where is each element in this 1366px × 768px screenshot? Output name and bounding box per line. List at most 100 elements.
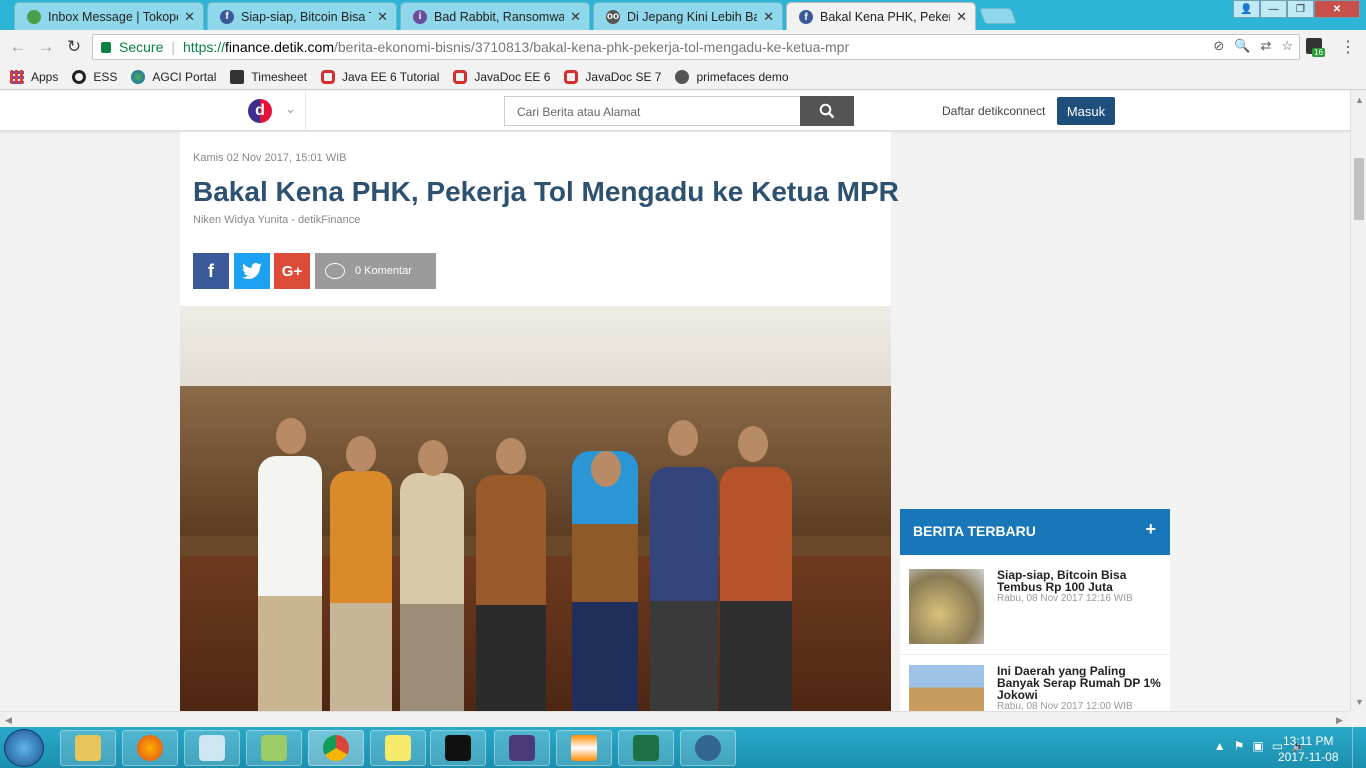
tab-bakal-kena-phk[interactable]: f Bakal Kena PHK, Pekerja Tol ✕ xyxy=(786,2,976,31)
bookmark-ess[interactable]: ESS xyxy=(72,69,117,84)
chrome-icon xyxy=(323,735,349,761)
news-date: Rabu, 08 Nov 2017 12:00 WIB xyxy=(997,701,1133,711)
bookmark-agci-portal[interactable]: AGCI Portal xyxy=(131,69,216,84)
tab-jepang[interactable]: oo Di Jepang Kini Lebih Banyak ✕ xyxy=(593,2,783,30)
expand-plus-icon[interactable]: + xyxy=(1145,519,1156,540)
start-button[interactable] xyxy=(4,729,44,767)
share-facebook-button[interactable]: f xyxy=(193,253,229,289)
close-window-button[interactable]: ✕ xyxy=(1314,0,1360,18)
taskbar-notepadpp[interactable] xyxy=(246,730,302,766)
oracle-icon xyxy=(564,69,579,84)
share-twitter-button[interactable] xyxy=(234,253,270,289)
bookmark-primefaces-demo[interactable]: primefaces demo xyxy=(675,69,789,84)
clock-date: 2017-11-08 xyxy=(1278,750,1339,764)
google-plus-icon: G+ xyxy=(281,262,303,280)
twitter-icon xyxy=(242,263,262,279)
tab-bad-rabbit[interactable]: i Bad Rabbit, Ransomware ✕ xyxy=(400,2,590,30)
notepad-icon xyxy=(199,735,225,761)
omnibox-icons: ⊘ 🔍 ⇄ ☆ xyxy=(1213,38,1293,54)
taskbar-notepad[interactable] xyxy=(184,730,240,766)
bookmark-label: Java EE 6 Tutorial xyxy=(341,69,440,84)
scroll-down-icon[interactable]: ▼ xyxy=(1355,697,1364,707)
latest-news-heading: BERITA TERBARU xyxy=(913,523,1036,539)
close-tab-icon[interactable]: ✕ xyxy=(570,9,581,25)
close-tab-icon[interactable]: ✕ xyxy=(956,9,967,25)
taskbar-firefox[interactable] xyxy=(122,730,178,766)
bookmarks-bar: Apps ESS AGCI Portal Timesheet Java EE 6… xyxy=(0,64,1366,90)
taskbar-postgres[interactable] xyxy=(680,730,736,766)
scroll-right-icon[interactable]: ▶ xyxy=(1336,715,1343,726)
tab-bitcoin[interactable]: f Siap-siap, Bitcoin Bisa Tembus ✕ xyxy=(207,2,397,30)
news-title[interactable]: Ini Daerah yang Paling Banyak Serap Ruma… xyxy=(997,665,1162,701)
register-link[interactable]: Daftar detikconnect xyxy=(942,104,1045,118)
lock-icon xyxy=(101,41,111,53)
bookmark-javadoc-se-7[interactable]: JavaDoc SE 7 xyxy=(564,69,662,84)
taskbar-chrome[interactable] xyxy=(308,730,364,766)
news-thumbnail[interactable] xyxy=(909,665,984,711)
scrollbar-thumb[interactable] xyxy=(1354,158,1364,220)
network-warning-icon[interactable]: ⚑ xyxy=(1234,739,1245,753)
taskbar-excel[interactable] xyxy=(618,730,674,766)
maximize-button[interactable]: ❐ xyxy=(1287,0,1314,18)
clock-time: 13:11 PM xyxy=(1283,734,1334,748)
user-profile-icon[interactable]: 👤 xyxy=(1233,0,1260,18)
search-button[interactable] xyxy=(800,96,854,126)
comments-button[interactable]: 0 Komentar xyxy=(315,253,436,289)
scroll-up-icon[interactable]: ▲ xyxy=(1355,95,1364,105)
taskbar-explorer[interactable] xyxy=(60,730,116,766)
article-title: Bakal Kena PHK, Pekerja Tol Mengadu ke K… xyxy=(193,176,899,207)
back-icon[interactable]: ← xyxy=(8,37,28,57)
extension-icon[interactable]: 16 xyxy=(1306,38,1325,57)
bookmark-javadoc-ee-6[interactable]: JavaDoc EE 6 xyxy=(453,69,550,84)
close-tab-icon[interactable]: ✕ xyxy=(184,9,195,25)
horizontal-scrollbar[interactable]: ◀ ▶ xyxy=(0,711,1350,727)
news-item[interactable]: Siap-siap, Bitcoin Bisa Tembus Rp 100 Ju… xyxy=(900,555,1170,655)
site-blocked-icon[interactable]: ⊘ xyxy=(1213,38,1224,54)
translate-icon[interactable]: ⇄ xyxy=(1260,38,1271,54)
bookmark-timesheet[interactable]: Timesheet xyxy=(230,69,307,84)
vertical-scrollbar[interactable]: ▲ ▼ xyxy=(1350,91,1366,711)
new-tab-button[interactable] xyxy=(979,8,1017,24)
zoom-icon[interactable]: 🔍 xyxy=(1234,38,1250,54)
minimize-button[interactable]: — xyxy=(1260,0,1287,18)
reload-icon[interactable]: ↻ xyxy=(64,37,84,57)
taskbar-vlc[interactable] xyxy=(556,730,612,766)
glasses-icon: oo xyxy=(606,9,620,24)
excel-icon xyxy=(633,735,659,761)
search-input[interactable]: Cari Berita atau Alamat xyxy=(504,96,801,126)
scroll-left-icon[interactable]: ◀ xyxy=(5,715,12,726)
news-item[interactable]: Ini Daerah yang Paling Banyak Serap Ruma… xyxy=(900,655,1170,711)
tab-inbox[interactable]: Inbox Message | Tokopedia ✕ xyxy=(14,2,204,30)
close-tab-icon[interactable]: ✕ xyxy=(763,9,774,25)
bookmark-apps[interactable]: Apps xyxy=(10,69,59,84)
show-desktop-button[interactable] xyxy=(1352,727,1366,768)
detik-logo[interactable]: d xyxy=(248,99,272,123)
photo-head xyxy=(276,418,306,454)
bookmark-label: JavaDoc SE 7 xyxy=(585,69,662,84)
taskbar-cmd[interactable] xyxy=(430,730,486,766)
forward-icon[interactable]: → xyxy=(36,37,56,57)
close-tab-icon[interactable]: ✕ xyxy=(377,9,388,25)
taskbar-eclipse[interactable] xyxy=(494,730,550,766)
show-hidden-icons[interactable]: ▲ xyxy=(1214,739,1226,753)
address-bar[interactable]: Secure | https:// finance.detik.com /ber… xyxy=(92,34,1300,60)
news-title[interactable]: Siap-siap, Bitcoin Bisa Tembus Rp 100 Ju… xyxy=(997,569,1162,593)
bookmark-star-icon[interactable]: ☆ xyxy=(1281,38,1293,54)
agci-icon xyxy=(131,69,146,84)
news-thumbnail[interactable] xyxy=(909,569,984,644)
bookmark-label: Apps xyxy=(31,69,59,84)
share-google-button[interactable]: G+ xyxy=(274,253,310,289)
login-button[interactable]: Masuk xyxy=(1057,97,1115,125)
photo-head xyxy=(496,438,526,474)
bookmark-java-ee-6-tutorial[interactable]: Java EE 6 Tutorial xyxy=(320,69,440,84)
chevron-down-icon[interactable]: ⌄ xyxy=(285,101,296,117)
article: Kamis 02 Nov 2017, 15:01 WIB Bakal Kena … xyxy=(180,132,899,711)
bookmark-label: Timesheet xyxy=(251,69,307,84)
device-icon[interactable]: ▣ xyxy=(1252,739,1263,753)
taskbar-sticky-notes[interactable] xyxy=(370,730,426,766)
system-clock[interactable]: 13:11 PM 2017-11-08 xyxy=(1278,733,1339,765)
latest-news-panel: BERITA TERBARU + Siap-siap, Bitcoin Bisa… xyxy=(900,509,1170,711)
notepad-plus-icon xyxy=(261,735,287,761)
article-date: Kamis 02 Nov 2017, 15:01 WIB xyxy=(193,152,347,164)
chrome-menu-icon[interactable]: ⋮ xyxy=(1340,37,1356,57)
